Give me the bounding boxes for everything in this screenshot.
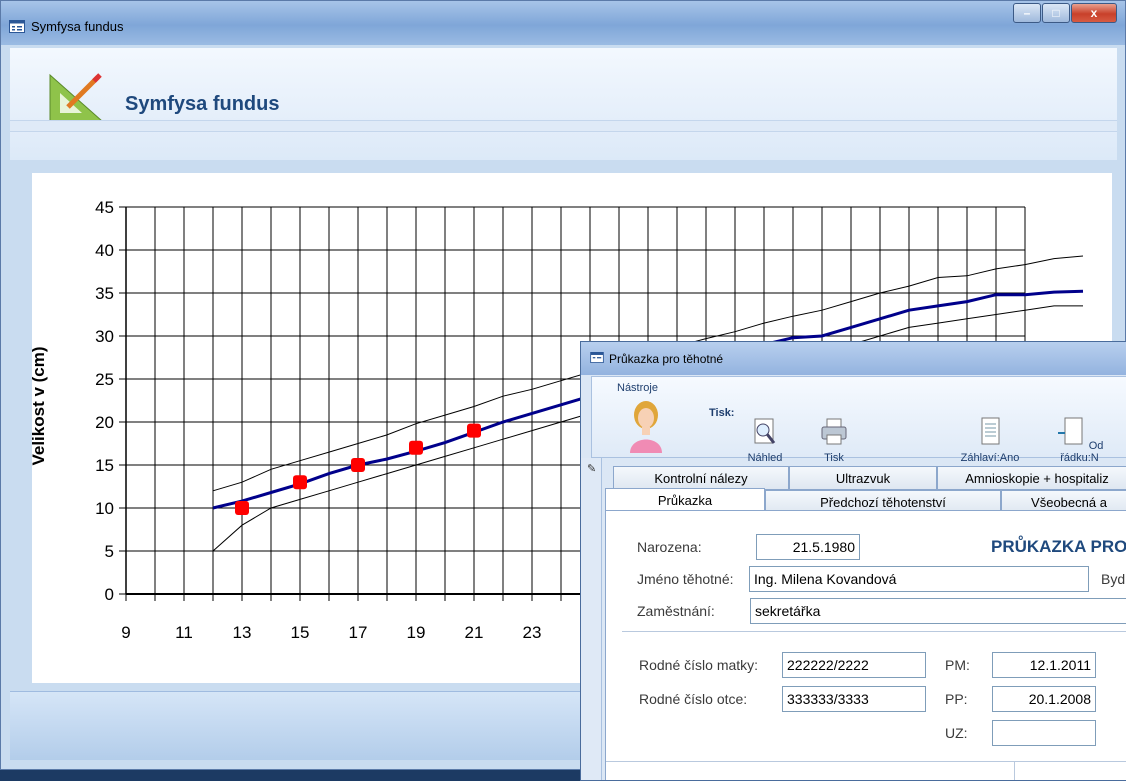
subwindow-title: Průkazka pro těhotné bbox=[609, 352, 724, 366]
x-tick-label: 21 bbox=[465, 623, 484, 642]
pm-label: PM: bbox=[945, 657, 970, 673]
tab-prukazka[interactable]: Průkazka bbox=[605, 488, 765, 512]
y-tick-label: 5 bbox=[105, 542, 114, 561]
measurement-point bbox=[235, 501, 249, 515]
jmeno-field[interactable]: Ing. Milena Kovandová bbox=[749, 566, 1089, 592]
x-tick-label: 13 bbox=[233, 623, 252, 642]
pm-field[interactable]: 12.1.2011 bbox=[992, 652, 1096, 678]
narozena-field[interactable]: 21.5.1980 bbox=[756, 534, 860, 560]
form-heading: PRŮKAZKA PRO bbox=[991, 537, 1126, 556]
zamestnani-label: Zaměstnání: bbox=[637, 603, 715, 619]
zamestnani-field[interactable]: sekretářka bbox=[750, 598, 1126, 624]
tab-kontrolni-nalezy[interactable]: Kontrolní nálezy bbox=[613, 466, 789, 490]
y-tick-label: 30 bbox=[95, 327, 114, 346]
y-tick-label: 10 bbox=[95, 499, 114, 518]
tisk-button[interactable]: Tisk bbox=[814, 417, 854, 464]
prukazka-pane: Narozena: 21.5.1980 PRŮKAZKA PRO Jméno t… bbox=[605, 510, 1126, 780]
page-arrow-icon bbox=[1057, 417, 1083, 445]
printer-icon bbox=[821, 418, 847, 445]
pp-field[interactable]: 20.1.2008 bbox=[992, 686, 1096, 712]
y-tick-label: 15 bbox=[95, 456, 114, 475]
y-tick-label: 0 bbox=[105, 585, 114, 604]
measurement-point bbox=[409, 440, 423, 455]
x-tick-label: 15 bbox=[291, 623, 310, 642]
woman-avatar-icon bbox=[630, 401, 662, 453]
uz-field[interactable] bbox=[992, 720, 1096, 746]
y-tick-label: 45 bbox=[95, 198, 114, 217]
x-tick-label: 19 bbox=[407, 623, 426, 642]
pp-label: PP: bbox=[945, 691, 968, 707]
tab-ultrazvuk[interactable]: Ultrazvuk bbox=[789, 466, 937, 490]
section-divider bbox=[622, 631, 1126, 632]
column-divider bbox=[1014, 761, 1015, 780]
od-radku-button[interactable]: Od řádku:N bbox=[1042, 417, 1117, 464]
y-tick-label: 35 bbox=[95, 284, 114, 303]
y-axis-label: Velikost v (cm) bbox=[29, 346, 48, 466]
rc-matky-field[interactable]: 222222/2222 bbox=[782, 652, 926, 678]
jmeno-label: Jméno těhotné: bbox=[637, 571, 734, 587]
uz-label: UZ: bbox=[945, 725, 968, 741]
zahlavi-button[interactable]: Záhlaví:Ano bbox=[955, 417, 1025, 464]
measurement-point bbox=[467, 423, 481, 438]
section-divider bbox=[606, 761, 1126, 762]
nahled-button[interactable]: Náhled bbox=[740, 417, 790, 464]
main-window: Symfysa fundus – □ x Symfysa fundus 0 5 10… bbox=[0, 0, 1126, 781]
measurement-point bbox=[351, 458, 365, 472]
ribbon-toolbar: Nástroje Tisk: Náhled Tisk Záhlaví:Ano O… bbox=[591, 376, 1126, 464]
tisk-label: Tisk: bbox=[709, 407, 735, 419]
rc-otce-field[interactable]: 333333/3333 bbox=[782, 686, 926, 712]
y-tick-label: 20 bbox=[95, 413, 114, 432]
subwindow-title-bar[interactable]: Průkazka pro těhotné bbox=[581, 342, 1126, 375]
prukazka-window: Průkazka pro těhotné Nástroje Tisk: Náhl… bbox=[580, 341, 1126, 781]
x-tick-label: 9 bbox=[121, 623, 130, 642]
bydliste-label: Byd bbox=[1101, 571, 1126, 587]
form-icon bbox=[590, 352, 604, 363]
document-icon bbox=[981, 417, 1000, 445]
x-tick-label: 17 bbox=[349, 623, 368, 642]
rc-matky-label: Rodné číslo matky: bbox=[639, 657, 759, 673]
measurement-point bbox=[293, 475, 307, 490]
toolbar-group-label: Nástroje bbox=[617, 382, 658, 394]
x-tick-label: 23 bbox=[523, 623, 542, 642]
y-tick-label: 25 bbox=[95, 370, 114, 389]
tab-amnioskopie[interactable]: Amnioskopie + hospitaliz bbox=[937, 466, 1126, 490]
edit-pencil-icon: ✎ bbox=[587, 463, 597, 475]
magnifier-icon bbox=[754, 418, 776, 444]
rc-otce-label: Rodné číslo otce: bbox=[639, 691, 748, 707]
x-tick-label: 11 bbox=[175, 623, 193, 642]
y-tick-label: 40 bbox=[95, 241, 114, 260]
narozena-label: Narozena: bbox=[637, 539, 702, 555]
record-selector[interactable] bbox=[581, 458, 602, 780]
